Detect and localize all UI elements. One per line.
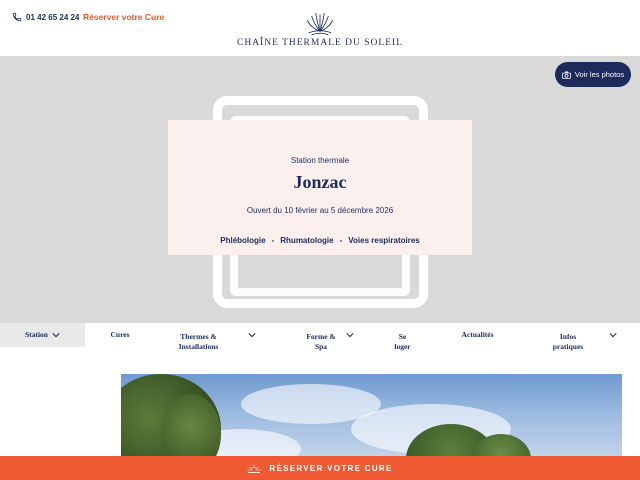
nav-item-label-line2: loger <box>394 342 411 351</box>
logo-text: CHAÎNE THERMALE DU SOLEIL <box>237 38 403 48</box>
nav-item-actualites[interactable]: Actualités <box>425 323 530 347</box>
nav-item-forme-spa[interactable]: Forme & Spa <box>280 323 380 351</box>
nav-item-infos-pratiques[interactable]: Infos pratiques <box>530 323 640 351</box>
nav-item-label: Actualités <box>461 329 494 339</box>
station-info-card: Station thermale Jonzac Ouvert du 10 fév… <box>168 120 472 255</box>
nav-item-station[interactable]: Station <box>0 323 85 347</box>
camera-icon <box>561 71 571 79</box>
phone-icon <box>12 12 22 22</box>
station-photo <box>121 374 622 464</box>
nav-item-label-line2: Spa <box>314 342 328 351</box>
nav-item-label-line2: Installations <box>178 342 219 351</box>
reserve-cure-link[interactable]: Réserver votre Cure <box>83 12 164 22</box>
station-kicker: Station thermale <box>290 156 350 165</box>
site-logo[interactable]: CHAÎNE THERMALE DU SOLEIL <box>230 10 410 52</box>
nav-item-thermes-installations[interactable]: Thermes & Installations <box>155 323 280 351</box>
opening-dates: Ouvert du 10 février au 5 décembre 2026 <box>246 206 394 215</box>
nav-item-label: Station <box>25 329 48 339</box>
station-nav: Station Cures Thermes & Installations Fo… <box>0 323 640 351</box>
phone-number: 01 42 65 24 24 <box>26 12 80 22</box>
chevron-down-icon <box>248 333 256 338</box>
nav-item-cures[interactable]: Cures <box>85 323 155 347</box>
site-header: 01 42 65 24 24 Réserver votre Cure CHAÎN… <box>0 0 640 56</box>
nav-item-label-line1: Infos <box>559 331 577 341</box>
chevron-down-icon <box>346 333 354 338</box>
specialties-list: Phlébologie - Rhumatologie - Voies respirato… <box>168 236 472 245</box>
chevron-down-icon <box>609 333 617 338</box>
view-photos-label: Voir les photos <box>574 70 625 79</box>
phone-link[interactable]: 01 42 65 24 24 <box>12 12 79 22</box>
logo-mark-icon <box>307 13 333 36</box>
specialty-separator: - <box>271 236 275 245</box>
reserve-cure-banner-label: RÉSERVER VOTRE CURE <box>269 463 393 473</box>
nav-item-label-line2: pratiques <box>552 342 584 351</box>
station-title: Jonzac <box>293 172 347 192</box>
chevron-down-icon <box>52 333 60 338</box>
specialty-phlebologie: Phlébologie <box>220 236 266 245</box>
reserve-cure-banner[interactable]: RÉSERVER VOTRE CURE <box>0 456 640 480</box>
nav-item-label-line1: Se <box>398 331 407 341</box>
nav-item-label: Cures <box>110 329 130 339</box>
view-photos-button[interactable]: Voir les photos <box>555 62 631 87</box>
nav-item-label-line1: Forme & <box>306 331 336 341</box>
nav-item-se-loger[interactable]: Se loger <box>380 323 425 351</box>
specialty-rhumatologie: Rhumatologie <box>280 236 334 245</box>
nav-item-label-line1: Thermes & <box>180 331 217 341</box>
hero-section: Voir les photos Station thermale Jonzac … <box>0 56 640 347</box>
specialty-separator: - <box>339 236 343 245</box>
specialty-voies-respiratoires: Voies respiratoires <box>348 236 420 245</box>
photo-tree <box>161 394 221 464</box>
sun-icon <box>247 465 261 473</box>
